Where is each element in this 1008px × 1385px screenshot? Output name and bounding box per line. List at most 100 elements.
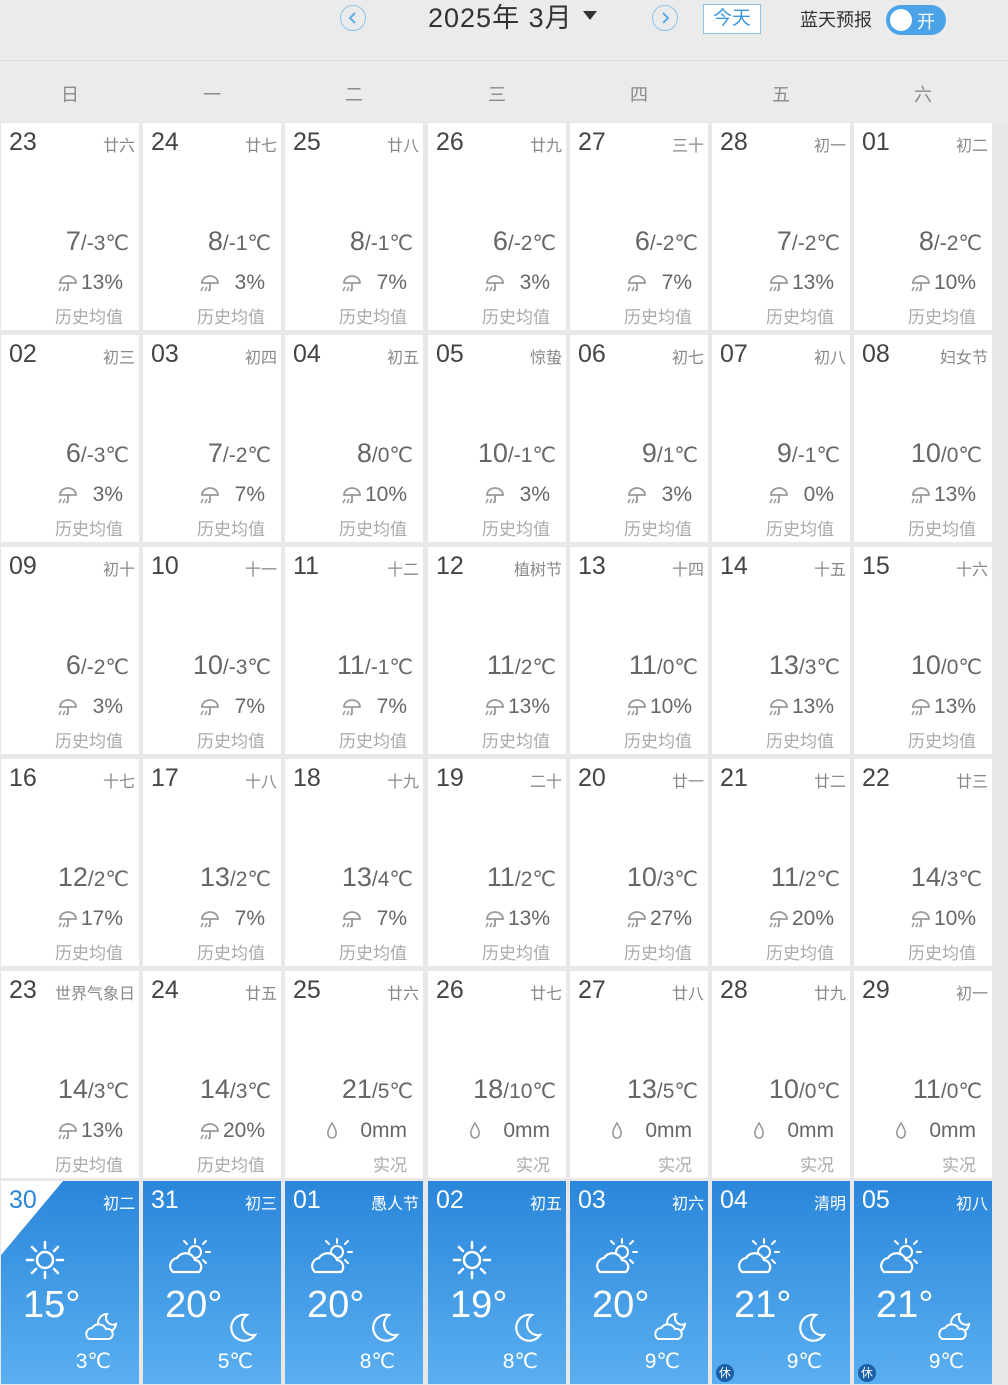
calendar-day-cell[interactable]: 01 初二 8/-2℃ 10% 历史均值 [854, 123, 992, 330]
calendar-day-cell[interactable]: 13 十四 11/0℃ 10% 历史均值 [570, 547, 708, 754]
calendar-day-cell[interactable]: 25 廿八 8/-1℃ 7% 历史均值 [285, 123, 423, 330]
calendar-day-cell[interactable]: 12 植树节 11/2℃ 13% 历史均值 [428, 547, 566, 754]
calendar-day-cell[interactable]: 20 廿一 10/3℃ 27% 历史均值 [570, 759, 708, 966]
day-number: 02 [436, 1186, 464, 1214]
temperature-range: 6/-2℃ [635, 226, 698, 257]
temperature-range: 10/0℃ [769, 1074, 840, 1105]
calendar-day-cell[interactable]: 04 初五 8/0℃ 10% 历史均值 [285, 335, 423, 542]
calendar-day-cell[interactable]: 06 初七 9/1℃ 3% 历史均值 [570, 335, 708, 542]
precipitation-probability: 3% [92, 483, 123, 506]
calendar-day-cell[interactable]: 28 初一 7/-2℃ 13% 历史均值 [712, 123, 850, 330]
chevron-left-icon [348, 12, 356, 24]
forecast-day-cell[interactable]: 05 初八 21° 9℃ 休 [854, 1181, 992, 1384]
calendar-day-cell[interactable]: 15 十六 10/0℃ 13% 历史均值 [854, 547, 992, 754]
lunar-date: 廿三 [955, 774, 988, 791]
temperature-range: 13/3℃ [769, 650, 840, 681]
weekday-label: 日 [61, 85, 79, 105]
calendar-day-cell[interactable]: 27 廿八 13/5℃ 0mm 实况 [570, 971, 708, 1178]
calendar-day-cell[interactable]: 26 廿九 6/-2℃ 3% 历史均值 [428, 123, 566, 330]
chevron-down-icon[interactable] [583, 11, 597, 20]
day-number: 18 [293, 764, 321, 792]
low-temp: 2℃ [93, 868, 129, 891]
weekday-label: 六 [914, 85, 932, 105]
calendar-day-cell[interactable]: 24 廿七 8/-1℃ 3% 历史均值 [143, 123, 281, 330]
calendar-day-cell[interactable]: 16 十七 12/2℃ 17% 历史均值 [1, 759, 139, 966]
clear-night-icon [794, 1311, 828, 1350]
precipitation-probability: 10% [649, 695, 692, 718]
month-selector[interactable]: 2025年 3月 [428, 0, 573, 36]
calendar-day-cell[interactable]: 18 十九 13/4℃ 7% 历史均值 [285, 759, 423, 966]
calendar-day-cell[interactable]: 08 妇女节 10/0℃ 13% 历史均值 [854, 335, 992, 542]
data-source-note: 历史均值 [197, 1156, 265, 1175]
forecast-day-cell[interactable]: 31 初三 20° 5℃ [143, 1181, 281, 1384]
temperature-range: 11/-1℃ [337, 650, 413, 681]
forecast-day-cell[interactable]: 02 初五 19° 8℃ [428, 1181, 566, 1384]
today-button[interactable]: 今天 [703, 4, 761, 34]
day-number: 01 [862, 128, 890, 156]
high-temp: 10 [910, 438, 941, 468]
low-temp: 3℃ [804, 656, 840, 679]
calendar-day-cell[interactable]: 23 廿六 7/-3℃ 13% 历史均值 [1, 123, 139, 330]
calendar-day-cell[interactable]: 26 廿七 18/10℃ 0mm 实况 [428, 971, 566, 1178]
temperature-range: 14/3℃ [200, 1074, 271, 1105]
calendar-day-cell[interactable]: 21 廿二 11/2℃ 20% 历史均值 [712, 759, 850, 966]
calendar-day-cell[interactable]: 28 廿九 10/0℃ 0mm 实况 [712, 971, 850, 1178]
low-temp: 8℃ [359, 1350, 395, 1373]
data-source-note: 历史均值 [908, 308, 976, 327]
data-source-note: 实况 [516, 1156, 550, 1175]
calendar-day-cell[interactable]: 19 二十 11/2℃ 13% 历史均值 [428, 759, 566, 966]
partly-cloudy-icon [163, 1236, 213, 1285]
calendar-day-cell[interactable]: 29 初一 11/0℃ 0mm 实况 [854, 971, 992, 1178]
lunar-date: 廿二 [813, 774, 846, 791]
calendar-day-cell[interactable]: 22 廿三 14/3℃ 10% 历史均值 [854, 759, 992, 966]
high-temp: 13 [341, 862, 372, 892]
calendar-day-cell[interactable]: 03 初四 7/-2℃ 7% 历史均值 [143, 335, 281, 542]
calendar-day-cell[interactable]: 24 廿五 14/3℃ 20% 历史均值 [143, 971, 281, 1178]
low-temp: -1℃ [370, 232, 413, 255]
day-number: 25 [293, 976, 321, 1004]
day-number: 16 [9, 764, 37, 792]
day-number: 17 [151, 764, 179, 792]
lunar-date: 初七 [671, 350, 704, 367]
low-temp: -2℃ [228, 444, 271, 467]
calendar-day-cell[interactable]: 27 三十 6/-2℃ 7% 历史均值 [570, 123, 708, 330]
precipitation-probability: 3% [92, 695, 123, 718]
lunar-date: 初十 [102, 562, 135, 579]
calendar-day-cell[interactable]: 09 初十 6/-2℃ 3% 历史均值 [1, 547, 139, 754]
low-temp: 0℃ [377, 444, 413, 467]
today-forecast-cell[interactable]: 30 初二 15° 3℃ [1, 1181, 139, 1384]
forecast-day-cell[interactable]: 01 愚人节 20° 8℃ [285, 1181, 423, 1384]
prev-month-button[interactable] [340, 5, 366, 31]
temperature-range: 13/4℃ [342, 862, 413, 893]
day-number: 23 [9, 128, 37, 156]
calendar-day-cell[interactable]: 25 廿六 21/5℃ 0mm 实况 [285, 971, 423, 1178]
calendar-day-cell[interactable]: 05 惊蛰 10/-1℃ 3% 历史均值 [428, 335, 566, 542]
forecast-day-cell[interactable]: 03 初六 20° 9℃ [570, 1181, 708, 1384]
lunar-date: 初八 [955, 1196, 988, 1213]
calendar-day-cell[interactable]: 07 初八 9/-1℃ 0% 历史均值 [712, 335, 850, 542]
weekday-label: 五 [772, 85, 790, 105]
calendar-day-cell[interactable]: 11 十二 11/-1℃ 7% 历史均值 [285, 547, 423, 754]
day-number: 26 [436, 976, 464, 1004]
next-month-button[interactable] [652, 5, 678, 31]
calendar-day-cell[interactable]: 17 十八 13/2℃ 7% 历史均值 [143, 759, 281, 966]
calendar-day-cell[interactable]: 02 初三 6/-3℃ 3% 历史均值 [1, 335, 139, 542]
lunar-date: 初五 [386, 350, 419, 367]
data-source-note: 历史均值 [55, 308, 123, 327]
precipitation-amount: 0mm [787, 1119, 834, 1142]
calendar-day-cell[interactable]: 14 十五 13/3℃ 13% 历史均值 [712, 547, 850, 754]
lunar-date: 初二 [102, 1196, 135, 1213]
sunny-icon [21, 1236, 69, 1289]
lunar-date: 二十 [529, 774, 562, 791]
data-source-note: 历史均值 [766, 308, 834, 327]
calendar-day-cell[interactable]: 23 世界气象日 14/3℃ 13% 历史均值 [1, 971, 139, 1178]
calendar-day-cell[interactable]: 10 十一 10/-3℃ 7% 历史均值 [143, 547, 281, 754]
bluesky-toggle[interactable]: 开 [886, 5, 946, 35]
forecast-day-cell[interactable]: 04 清明 21° 9℃ 休 [712, 1181, 850, 1384]
lunar-date: 十九 [386, 774, 419, 791]
low-temp: 3℃ [93, 1080, 129, 1103]
lunar-date: 三十 [671, 138, 704, 155]
day-number: 27 [578, 976, 606, 1004]
temperature-range: 7/-2℃ [208, 438, 271, 469]
low-temp: 9℃ [786, 1350, 822, 1373]
